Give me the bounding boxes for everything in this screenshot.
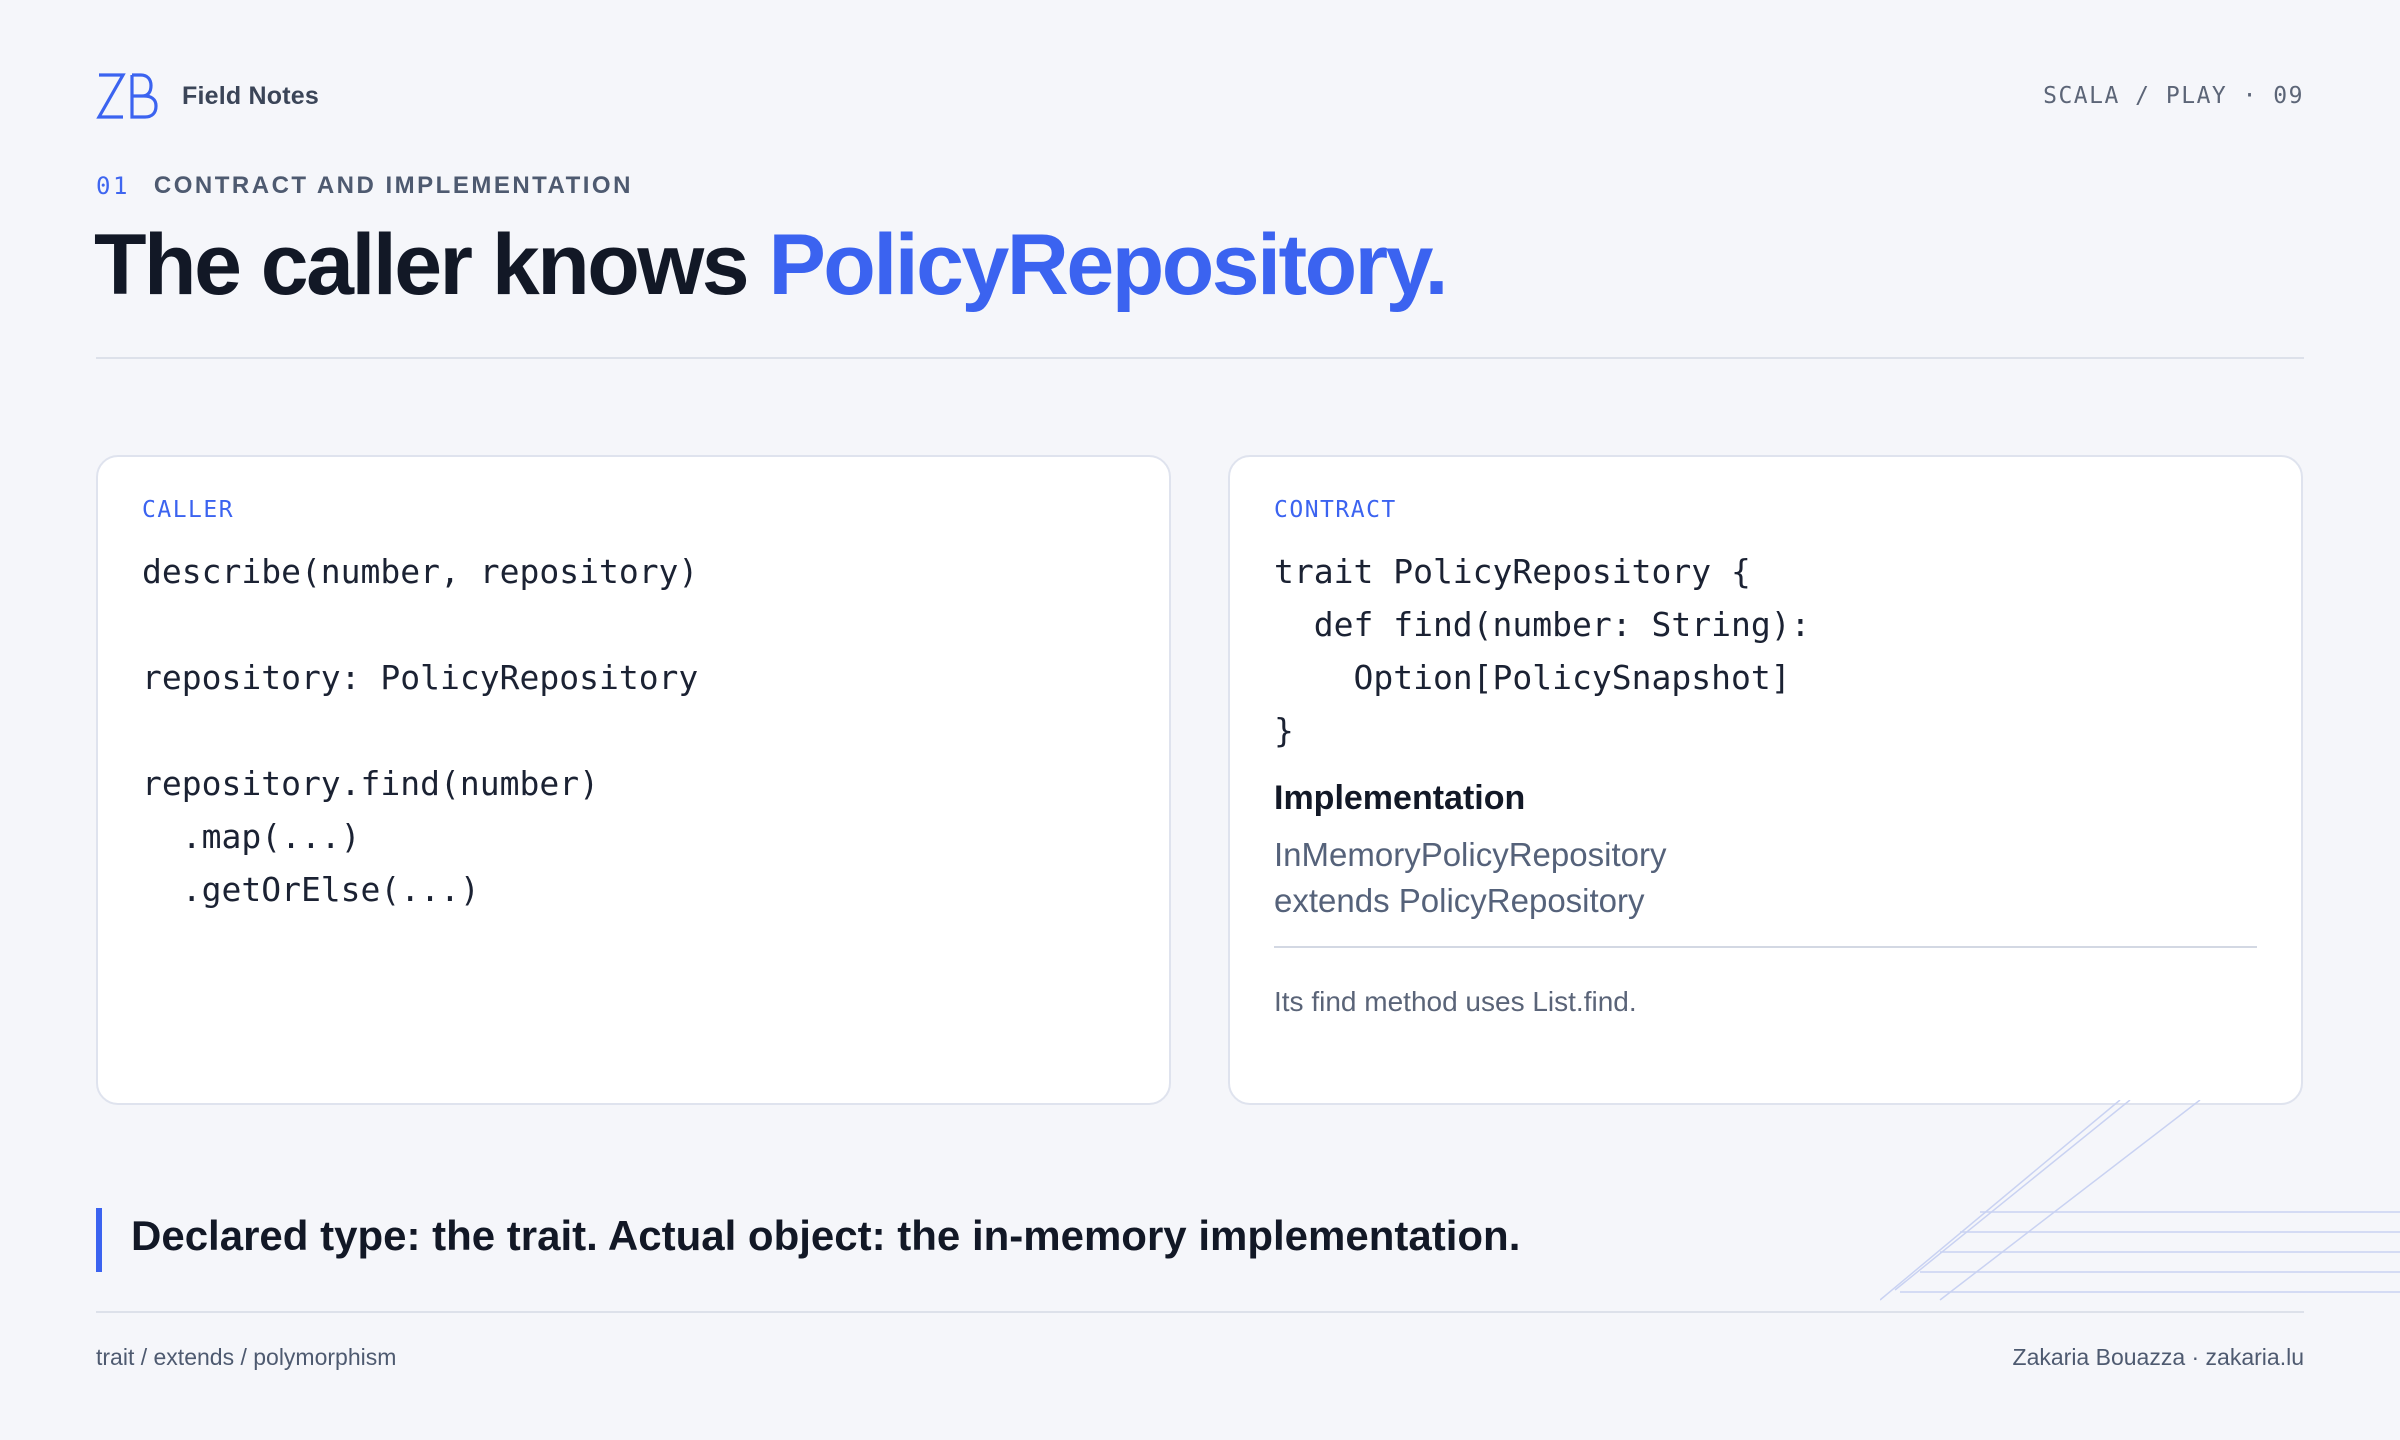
zb-monogram-icon: [96, 73, 158, 119]
brand[interactable]: Field Notes: [96, 70, 319, 122]
implementation-extends: extends PolicyRepository: [1274, 882, 1645, 919]
caller-code: describe(number, repository) repository:…: [142, 552, 699, 909]
breadcrumb: SCALA / PLAY · 09: [2043, 83, 2304, 109]
section-label: 01 CONTRACT AND IMPLEMENTATION: [96, 172, 633, 200]
brand-name: Field Notes: [182, 81, 319, 110]
card-divider: [1274, 946, 2257, 948]
footer-tags: trait / extends / polymorphism: [96, 1344, 397, 1370]
implementation-note: Its find method uses List.find.: [1274, 986, 1637, 1017]
contract-card: CONTRACT trait PolicyRepository { def fi…: [1228, 455, 2303, 1105]
decorative-lines: [1880, 1100, 2400, 1301]
caller-card: CALLER describe(number, repository) repo…: [96, 455, 1171, 1105]
header-divider: [96, 357, 2304, 359]
quote-accent-bar: [96, 1208, 102, 1272]
summary-quote: Declared type: the trait. Actual object:…: [131, 1212, 1521, 1259]
title-main: The caller knows: [94, 217, 769, 313]
contract-card-label: CONTRACT: [1274, 497, 1397, 523]
implementation-class: InMemoryPolicyRepository: [1274, 836, 1667, 873]
header: Field Notes SCALA / PLAY · 09: [96, 68, 2304, 124]
title-accent: PolicyRepository.: [768, 217, 1448, 313]
footer-divider: [96, 1311, 2304, 1313]
caller-card-label: CALLER: [142, 497, 235, 523]
implementation-heading: Implementation: [1274, 779, 1526, 817]
footer-author[interactable]: Zakaria Bouazza · zakaria.lu: [2013, 1344, 2304, 1371]
page-title: The caller knows PolicyRepository.: [94, 217, 1448, 313]
section-name: CONTRACT AND IMPLEMENTATION: [153, 172, 633, 199]
section-number: 01: [96, 172, 130, 200]
contract-code: trait PolicyRepository { def find(number…: [1274, 552, 1811, 750]
